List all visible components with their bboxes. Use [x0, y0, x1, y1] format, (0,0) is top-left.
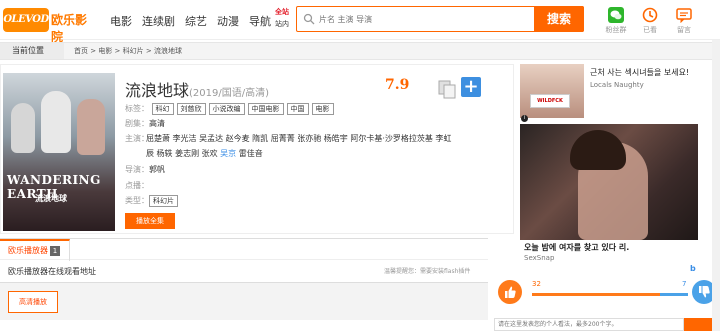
- breadcrumb-path[interactable]: 首页 > 电影 > 科幻片 > 流浪地球: [74, 43, 182, 59]
- watched-button[interactable]: 已看: [636, 7, 664, 35]
- type-row: 类型： 科幻片: [125, 195, 181, 207]
- play-all-button[interactable]: 播放全集: [125, 213, 175, 229]
- fan-group-button[interactable]: 粉丝群: [602, 7, 630, 35]
- logo-name: 欧乐影院: [51, 13, 88, 44]
- watched-label: 已看: [643, 26, 657, 34]
- episode-count-badge: 1: [50, 245, 60, 256]
- tab-olevod-player-label: 欧乐播放器: [8, 246, 48, 255]
- message-icon: [676, 8, 692, 23]
- cast-names[interactable]: 雷佳音: [236, 149, 263, 158]
- search-input[interactable]: [319, 12, 529, 26]
- director-row: 导演：郭帆: [125, 164, 165, 176]
- tag-item[interactable]: 小说改编: [208, 103, 245, 115]
- ad-caption[interactable]: 오늘 밤에 여자를 찾고 있다 리.: [524, 242, 629, 253]
- series-row: 剧集：高清: [125, 118, 165, 130]
- rating-row: 点播：: [125, 180, 149, 192]
- message-label: 留言: [677, 26, 691, 34]
- history-icon: [642, 7, 658, 23]
- add-favorite-icon[interactable]: +: [461, 77, 481, 97]
- breadcrumb: 当前位置 首页 > 电影 > 科幻片 > 流浪地球: [0, 42, 712, 60]
- player-description: 欧乐播放器在线观看地址: [8, 267, 96, 276]
- search-icon: [303, 13, 315, 25]
- poster-figure: [77, 99, 105, 155]
- cast-list[interactable]: 屈楚萧 李光洁 吴孟达 赵今麦 隋凯 屈菁菁 张亦驰 杨皓宇 阿尔卡基·沙罗格拉…: [146, 133, 451, 145]
- adchoices-icon[interactable]: b: [690, 264, 696, 273]
- cast-link[interactable]: 吴京: [220, 149, 236, 158]
- series-value: 高清: [149, 119, 165, 128]
- thumbs-up-icon: [505, 286, 516, 298]
- movie-title-text: 流浪地球: [125, 81, 190, 100]
- tags-label: 标签：: [125, 104, 149, 113]
- flash-tip: 温馨提醒您：需要安装flash插件: [384, 268, 471, 275]
- tag-item[interactable]: 中国电影: [247, 103, 284, 115]
- tag-item[interactable]: 科幻: [151, 103, 174, 115]
- movie-info-panel: WANDERING EARTH 流浪地球 流浪地球(2019/国语/高清) 7.…: [0, 64, 514, 234]
- nav-item-anime[interactable]: 动漫: [217, 13, 239, 29]
- tag-item[interactable]: 中国: [286, 103, 309, 115]
- type-label: 类型：: [125, 196, 149, 205]
- site-logo[interactable]: OLEVOD 欧乐影院: [3, 8, 95, 44]
- cast-list-cont[interactable]: 辰 杨轶 姜志刚 张欢 吴京 雷佳音: [146, 148, 263, 160]
- ad-info-icon[interactable]: i: [521, 115, 528, 122]
- message-button[interactable]: 留言: [670, 7, 698, 35]
- nav-item-guide[interactable]: 导航: [249, 13, 271, 29]
- vote-up-count: 32: [532, 280, 541, 288]
- movie-poster[interactable]: WANDERING EARTH 流浪地球: [3, 73, 115, 231]
- comment-submit-button[interactable]: [684, 318, 712, 331]
- nav-item-series[interactable]: 连续剧: [142, 13, 175, 29]
- wechat-icon: [608, 7, 624, 23]
- poster-title-cn: 流浪地球: [35, 193, 67, 203]
- main-nav: 电影 连续剧 综艺 动漫 导航: [110, 13, 271, 29]
- episode-list: 高清播放: [0, 282, 488, 320]
- tags-row: 标签： 科幻 刘慈欣 小说改编 中国电影 中国 电影: [125, 103, 337, 115]
- vote-ratio-bar: [532, 293, 688, 296]
- tab-olevod-player[interactable]: 欧乐播放器 1: [0, 239, 70, 261]
- vote-down-count: 7: [682, 280, 687, 288]
- scope-all[interactable]: 全站: [272, 6, 292, 18]
- comment-box: [494, 318, 684, 331]
- ad-headline[interactable]: 근처 사는 섹시녀들을 보세요!: [590, 67, 689, 78]
- director-value[interactable]: 郭帆: [149, 165, 165, 174]
- breadcrumb-position-label: 当前位置: [0, 43, 64, 59]
- player-tabs: 欧乐播放器 1: [0, 238, 488, 261]
- fan-group-label: 粉丝群: [605, 26, 627, 34]
- site-header: OLEVOD 欧乐影院 电影 连续剧 综艺 动漫 导航 全站 站内 搜索 粉丝群…: [0, 0, 720, 44]
- series-label: 剧集：: [125, 119, 149, 128]
- ad-banner-small[interactable]: WILDFCK 근처 사는 섹시녀들을 보세요! Locals Naughty: [520, 64, 704, 118]
- movie-score: 7.9: [385, 77, 410, 93]
- ad-thumbnail-sign: WILDFCK: [530, 94, 570, 108]
- copy-icon[interactable]: [437, 79, 457, 99]
- comment-input[interactable]: [495, 319, 683, 330]
- logo-mark: OLEVOD: [3, 8, 49, 32]
- ad-figure-hair: [570, 130, 626, 170]
- ad-thumbnail: WILDFCK: [520, 64, 584, 118]
- scope-site[interactable]: 站内: [272, 18, 292, 30]
- vote-bar: 32 7: [494, 278, 720, 308]
- director-label: 导演：: [125, 165, 149, 174]
- hd-play-button[interactable]: 高清播放: [8, 291, 58, 313]
- type-tag[interactable]: 科幻片: [149, 195, 178, 207]
- tag-item[interactable]: 刘慈欣: [176, 103, 206, 115]
- search-box: 搜索: [296, 6, 584, 32]
- nav-item-movies[interactable]: 电影: [110, 13, 132, 29]
- nav-item-variety[interactable]: 综艺: [185, 13, 207, 29]
- search-button[interactable]: 搜索: [534, 6, 584, 32]
- cast-names[interactable]: 辰 杨轶 姜志刚 张欢: [146, 149, 220, 158]
- ad-source: SexSnap: [524, 254, 555, 262]
- poster-figure: [11, 103, 35, 153]
- movie-meta: (2019/国语/高清): [189, 88, 270, 99]
- rating-label: 点播：: [125, 181, 149, 190]
- poster-figure: [41, 91, 71, 153]
- vote-ratio-fill: [532, 293, 660, 296]
- tag-item[interactable]: 电影: [311, 103, 334, 115]
- ad-image[interactable]: [520, 124, 698, 240]
- thumbs-up-button[interactable]: [498, 280, 522, 304]
- page-scrollbar[interactable]: [712, 40, 720, 331]
- movie-title: 流浪地球(2019/国语/高清): [125, 77, 269, 101]
- ad-sponsor: Locals Naughty: [590, 81, 644, 89]
- search-scope-switch[interactable]: 全站 站内: [272, 6, 292, 30]
